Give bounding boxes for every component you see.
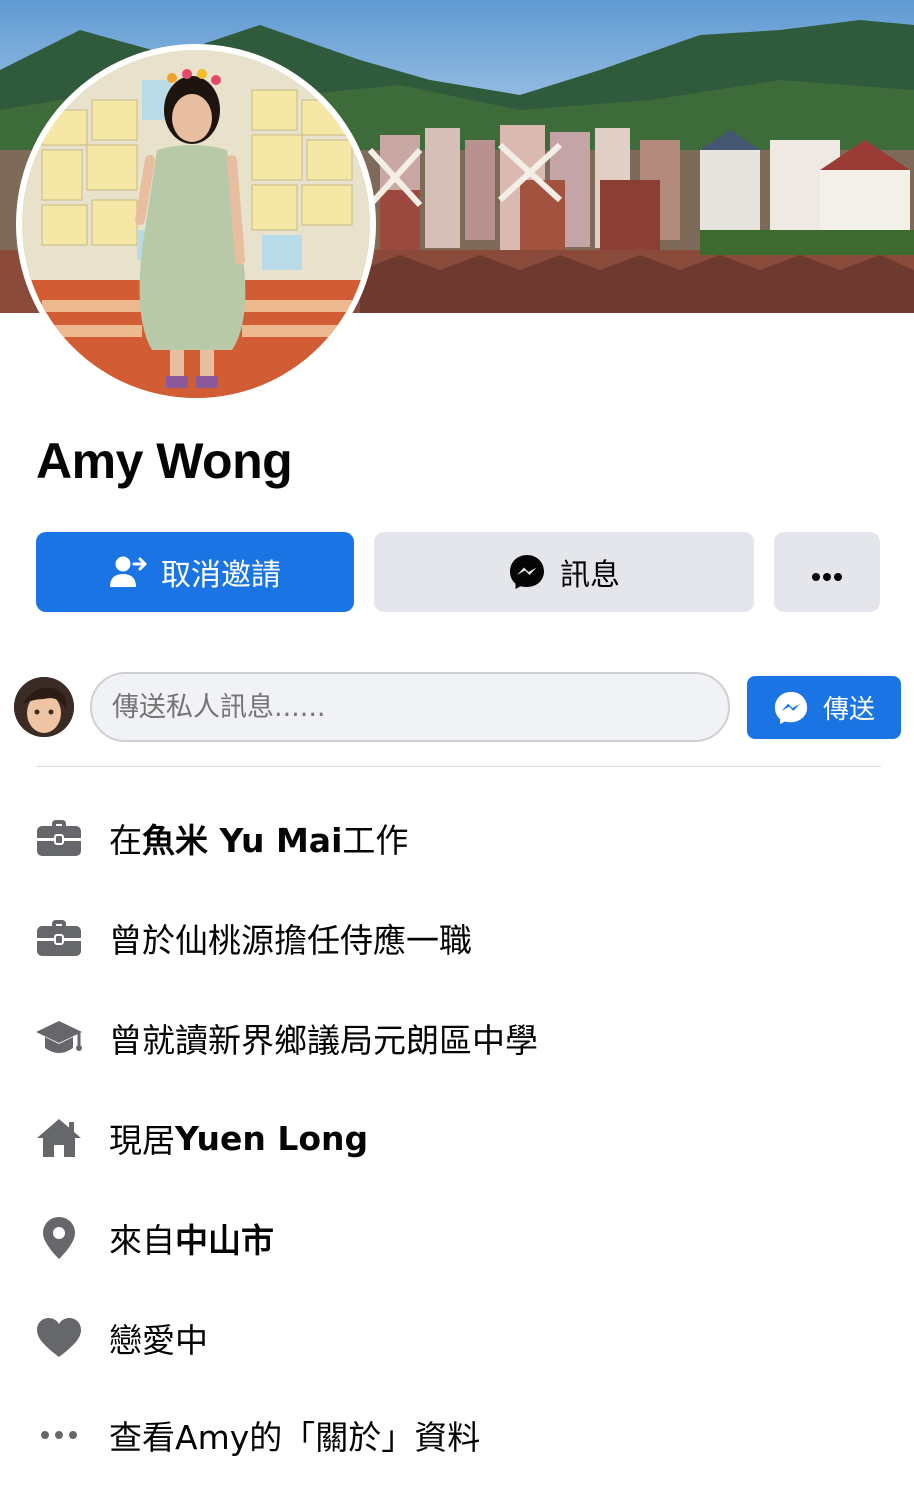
intro-work[interactable]: 在魚米 Yu Mai 工作 — [34, 808, 408, 868]
intro-current-city[interactable]: 現居 Yuen Long — [34, 1108, 368, 1168]
message-button[interactable]: 訊息 — [374, 532, 754, 612]
messenger-icon — [508, 553, 546, 591]
profile-photo-image — [22, 50, 370, 398]
message-label: 訊息 — [560, 558, 620, 593]
graduation-cap-icon — [34, 1013, 84, 1063]
more-options-button[interactable] — [774, 532, 880, 612]
briefcase-icon — [34, 813, 84, 863]
location-pin-icon — [34, 1213, 84, 1263]
see-about-text: 查看Amy的「關於」資料 — [109, 1418, 481, 1457]
send-label: 傳送 — [822, 695, 875, 725]
intro-hometown[interactable]: 來自 中山市 — [34, 1208, 274, 1268]
divider — [36, 766, 881, 767]
hometown-name[interactable]: 中山市 — [175, 1214, 274, 1262]
work-employer[interactable]: 魚米 Yu Mai — [142, 814, 342, 862]
send-messenger-icon — [773, 690, 809, 726]
intro-relationship[interactable]: 戀愛中 — [34, 1308, 208, 1368]
profile-name: Amy Wong — [36, 433, 293, 489]
education-text: 曾就讀新界鄉議局元朗區中學 — [109, 1021, 538, 1060]
intro-past-work[interactable]: 曾於仙桃源擔任侍應一職 — [34, 908, 472, 968]
past-work-text: 曾於仙桃源擔任侍應一職 — [109, 921, 472, 960]
more-dots-icon — [34, 1410, 84, 1460]
cancel-request-label: 取消邀請 — [161, 558, 281, 593]
intro-education[interactable]: 曾就讀新界鄉議局元朗區中學 — [34, 1008, 538, 1068]
current-city-name[interactable]: Yuen Long — [175, 1119, 368, 1158]
more-dots-icon — [811, 555, 843, 590]
private-message-input[interactable] — [90, 672, 730, 742]
profile-picture[interactable] — [16, 44, 376, 404]
heart-icon — [34, 1313, 84, 1363]
home-icon — [34, 1113, 84, 1163]
cancel-request-user-icon — [109, 555, 147, 589]
current-city-prefix: 現居 — [109, 1121, 175, 1160]
see-about-info-link[interactable]: 查看Amy的「關於」資料 — [34, 1405, 480, 1465]
cancel-friend-request-button[interactable]: 取消邀請 — [36, 532, 354, 612]
send-message-button[interactable]: 傳送 — [747, 676, 901, 739]
work-prefix: 在 — [109, 821, 142, 860]
work-suffix: 工作 — [342, 821, 409, 860]
relationship-text: 戀愛中 — [109, 1321, 208, 1360]
hometown-prefix: 來自 — [109, 1221, 175, 1260]
viewer-avatar[interactable] — [14, 677, 74, 737]
briefcase-icon — [34, 913, 84, 963]
